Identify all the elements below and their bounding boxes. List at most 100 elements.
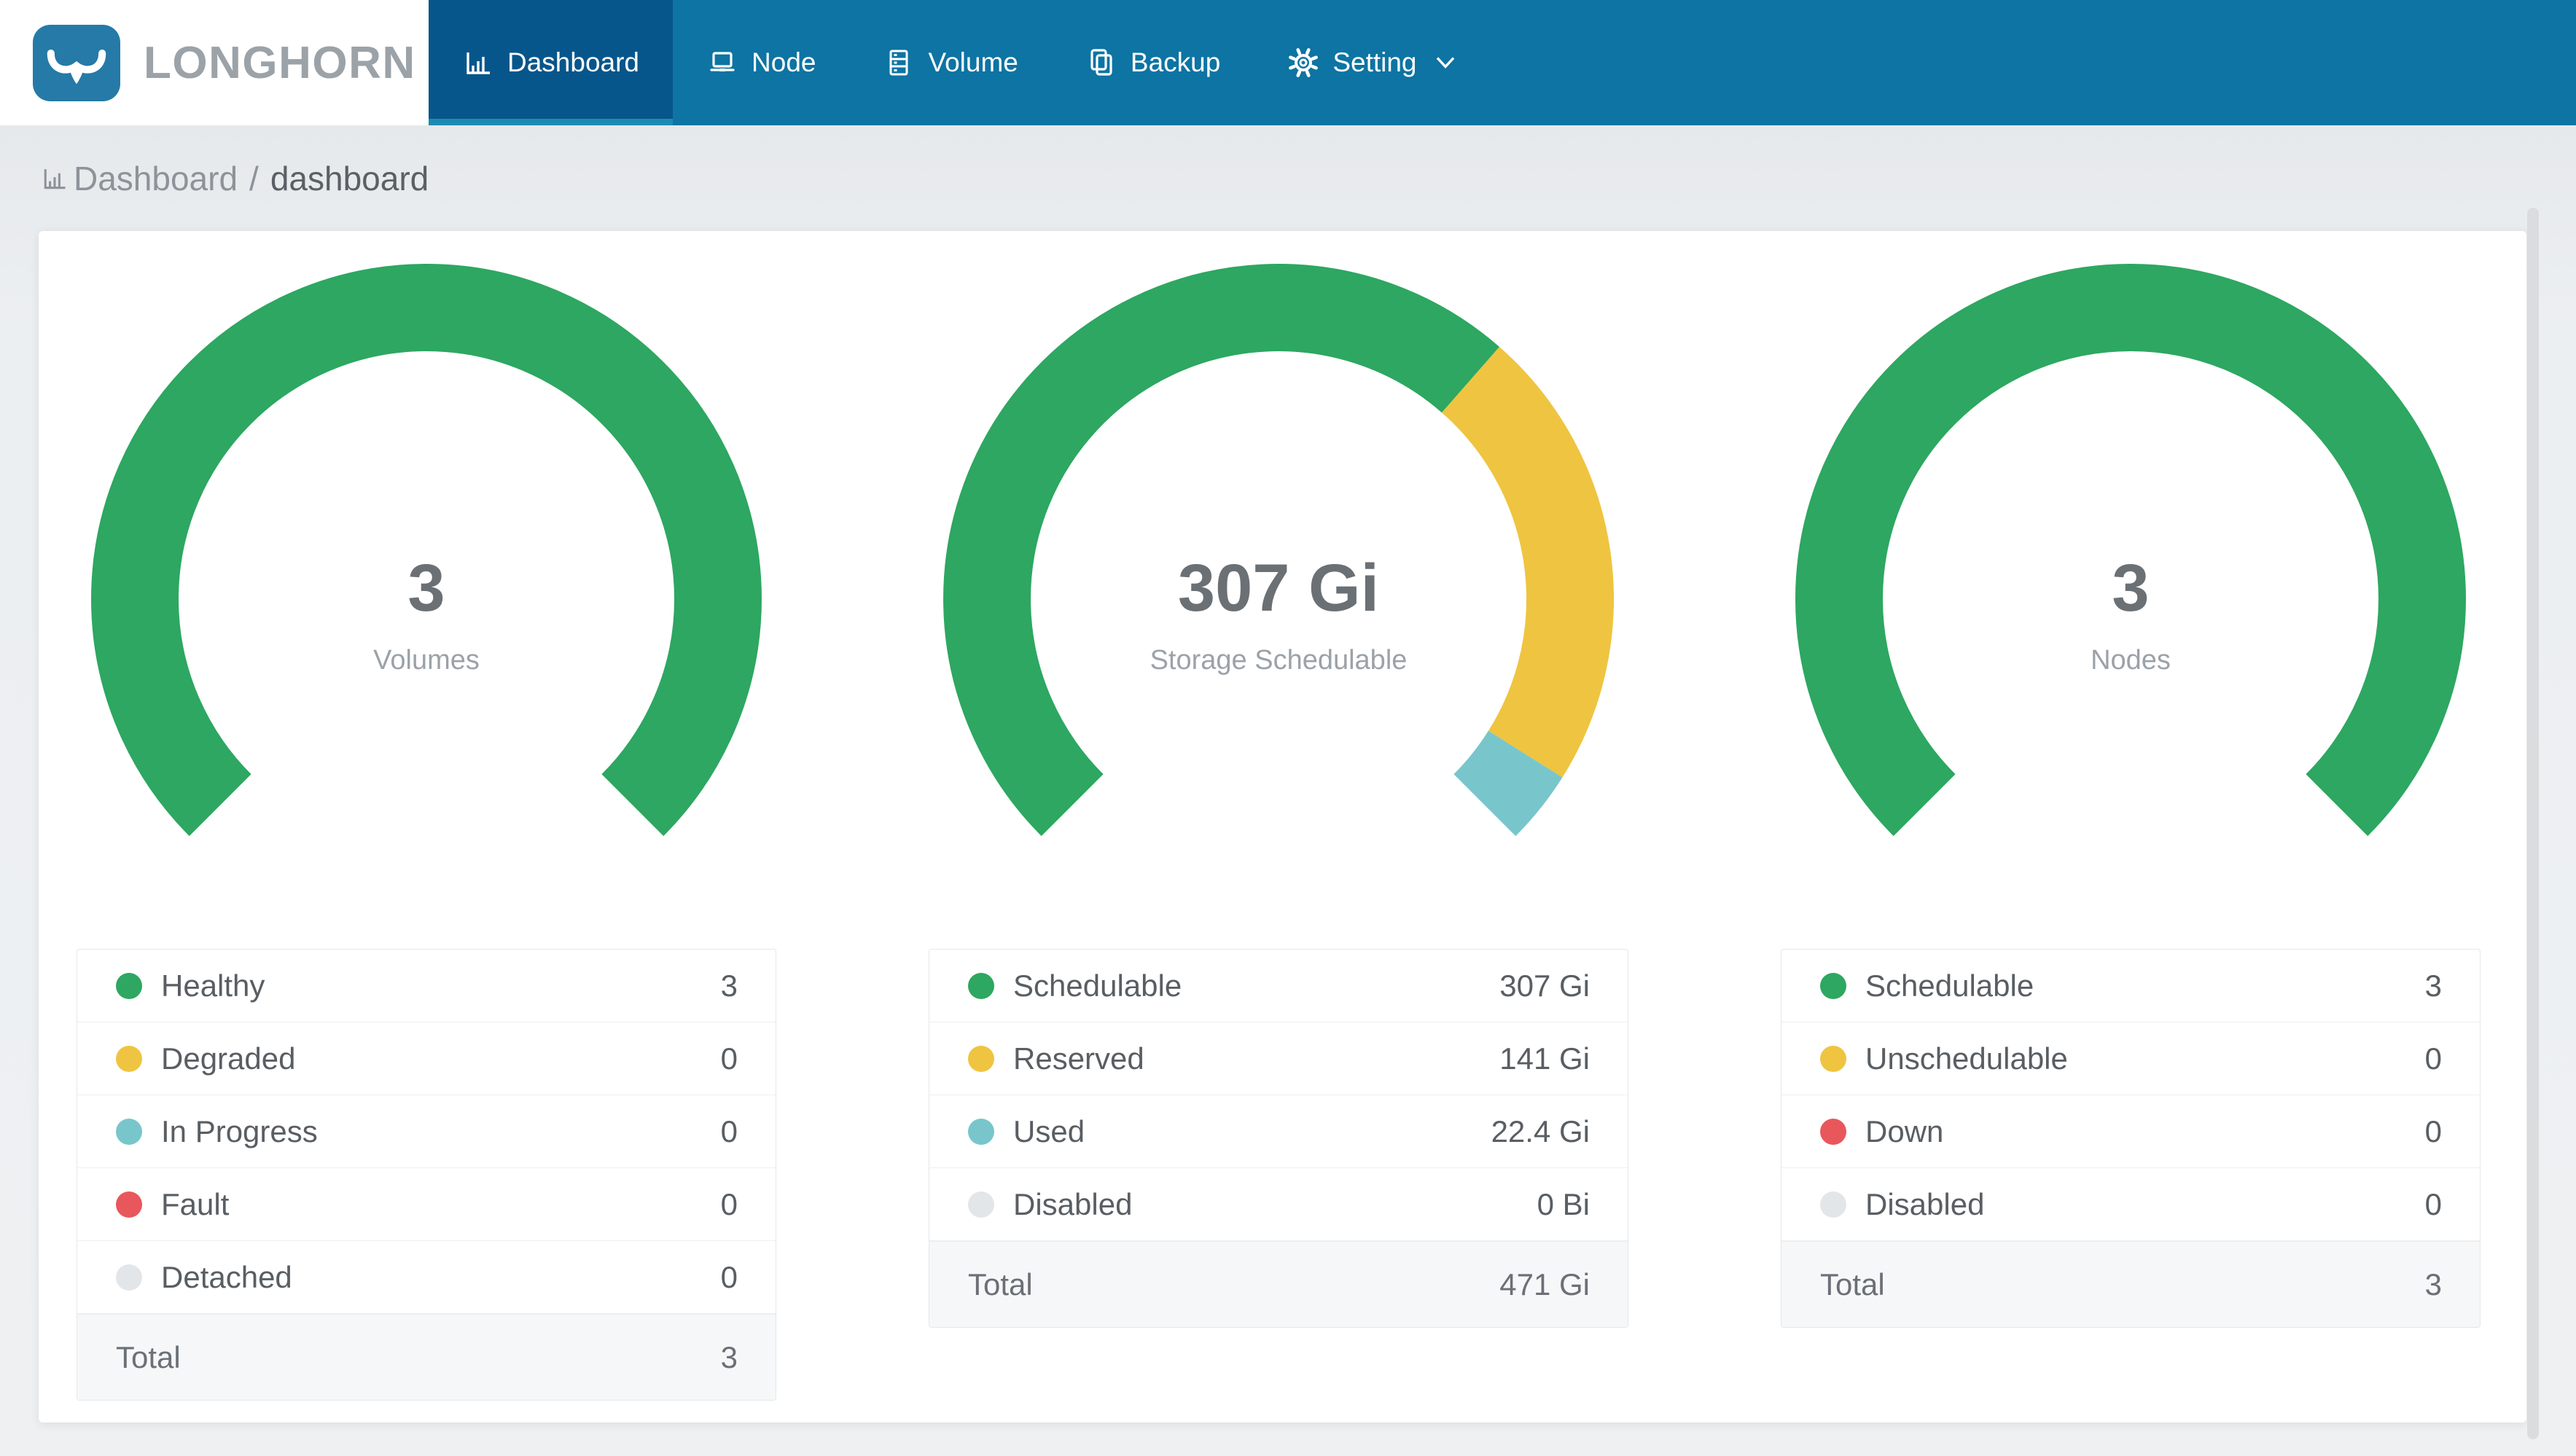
legend-value: 0 bbox=[2424, 1186, 2442, 1221]
server-icon bbox=[883, 47, 915, 79]
total-label: Total bbox=[116, 1339, 181, 1374]
legend-label: In Progress bbox=[161, 1113, 318, 1148]
total-label: Total bbox=[968, 1267, 1033, 1302]
legend-dot-gray bbox=[116, 1264, 142, 1291]
volumes-panel: 3 Volumes Healthy 3 Degraded 0 In Progress 0 Fau… bbox=[77, 264, 776, 1401]
nodes-panel: 3 Nodes Schedulable 3 Unschedulable 0 Down 0 Dis… bbox=[1781, 264, 2481, 1401]
legend-label: Used bbox=[1013, 1113, 1085, 1148]
legend-dot-gray bbox=[1820, 1191, 1846, 1218]
breadcrumb: Dashboard / dashboard bbox=[0, 125, 2576, 231]
volumes-total-row: Total 3 bbox=[77, 1314, 776, 1400]
legend-dot-red bbox=[1820, 1118, 1846, 1145]
volumes-legend-row-fault: Fault 0 bbox=[77, 1168, 776, 1241]
breadcrumb-page: dashboard bbox=[270, 159, 429, 197]
legend-dot-teal bbox=[968, 1118, 994, 1145]
nodes-legend-row-unschedulable: Unschedulable 0 bbox=[1781, 1022, 2480, 1095]
nav-item-label: Backup bbox=[1130, 47, 1221, 77]
laptop-icon bbox=[706, 47, 738, 79]
legend-value: 141 Gi bbox=[1499, 1041, 1590, 1076]
longhorn-bull-icon bbox=[33, 24, 120, 101]
total-value: 3 bbox=[720, 1339, 738, 1374]
legend-label: Unschedulable bbox=[1865, 1041, 2068, 1076]
legend-dot-green bbox=[968, 972, 994, 999]
volumes-legend-row-in-progress: In Progress 0 bbox=[77, 1095, 776, 1168]
storage-legend-table: Schedulable 307 Gi Reserved 141 Gi Used 22.4 … bbox=[929, 949, 1628, 1328]
volumes-legend-row-degraded: Degraded 0 bbox=[77, 1022, 776, 1095]
storage-total-row: Total 471 Gi bbox=[929, 1241, 1628, 1327]
brand-name: LONGHORN bbox=[144, 37, 416, 88]
nav-item-label: Dashboard bbox=[507, 47, 640, 77]
legend-label: Fault bbox=[161, 1186, 230, 1221]
bull-icon bbox=[47, 50, 106, 85]
legend-value: 0 bbox=[2424, 1041, 2442, 1076]
nav-item-label: Volume bbox=[928, 47, 1018, 77]
nodes-gauge: 3 Nodes bbox=[1795, 264, 2466, 934]
legend-dot-gray bbox=[968, 1191, 994, 1218]
nodes-legend-row-disabled: Disabled 0 bbox=[1781, 1168, 2480, 1241]
legend-dot-yellow bbox=[116, 1045, 142, 1072]
legend-value: 0 bbox=[720, 1041, 738, 1076]
top-navbar: LONGHORN Dashboard Node Volume Backup Settin… bbox=[0, 0, 2576, 125]
storage-legend-row-schedulable: Schedulable 307 Gi bbox=[929, 950, 1628, 1022]
nav-menu: Dashboard Node Volume Backup Setting bbox=[429, 0, 1491, 125]
chevron-down-icon bbox=[1430, 54, 1458, 71]
volumes-gauge: 3 Volumes bbox=[91, 264, 762, 934]
dashboard-card: 3 Volumes Healthy 3 Degraded 0 In Progress 0 Fau… bbox=[39, 231, 2526, 1422]
legend-dot-yellow bbox=[1820, 1045, 1846, 1072]
legend-label: Schedulable bbox=[1865, 968, 2034, 1003]
legend-label: Detached bbox=[161, 1259, 292, 1294]
legend-value: 3 bbox=[720, 968, 738, 1003]
copy-icon bbox=[1085, 47, 1117, 79]
storage-legend-row-disabled: Disabled 0 Bi bbox=[929, 1168, 1628, 1241]
legend-dot-red bbox=[116, 1191, 142, 1218]
nav-item-dashboard[interactable]: Dashboard bbox=[429, 0, 674, 125]
legend-value: 0 Bi bbox=[1537, 1186, 1590, 1221]
legend-dot-teal bbox=[116, 1118, 142, 1145]
bar-chart-icon bbox=[40, 164, 74, 193]
nodes-total-row: Total 3 bbox=[1781, 1241, 2480, 1327]
legend-label: Down bbox=[1865, 1113, 1944, 1148]
storage-donut-chart bbox=[943, 264, 1614, 837]
legend-dot-green bbox=[116, 972, 142, 999]
legend-dot-green bbox=[1820, 972, 1846, 999]
storage-panel: 307 Gi Storage Schedulable Schedulable 307 … bbox=[929, 264, 1628, 1401]
volumes-legend-row-healthy: Healthy 3 bbox=[77, 950, 776, 1022]
total-label: Total bbox=[1820, 1267, 1885, 1302]
legend-value: 0 bbox=[720, 1113, 738, 1148]
storage-gauge: 307 Gi Storage Schedulable bbox=[943, 264, 1614, 934]
legend-value: 22.4 Gi bbox=[1491, 1113, 1590, 1148]
nav-item-label: Setting bbox=[1332, 47, 1417, 77]
nav-item-setting[interactable]: Setting bbox=[1254, 0, 1491, 125]
total-value: 3 bbox=[2424, 1267, 2442, 1302]
legend-dot-yellow bbox=[968, 1045, 994, 1072]
breadcrumb-section[interactable]: Dashboard bbox=[74, 159, 238, 198]
legend-value: 0 bbox=[2424, 1113, 2442, 1148]
bar-chart-icon bbox=[462, 47, 494, 79]
storage-legend-row-used: Used 22.4 Gi bbox=[929, 1095, 1628, 1168]
nodes-legend-table: Schedulable 3 Unschedulable 0 Down 0 Disabled 0… bbox=[1781, 949, 2481, 1328]
scrollbar-thumb[interactable] bbox=[2527, 208, 2539, 1439]
legend-value: 3 bbox=[2424, 968, 2442, 1003]
nav-item-label: Node bbox=[752, 47, 816, 77]
storage-legend-row-reserved: Reserved 141 Gi bbox=[929, 1022, 1628, 1095]
legend-label: Disabled bbox=[1865, 1186, 1985, 1221]
legend-value: 0 bbox=[720, 1186, 738, 1221]
legend-label: Schedulable bbox=[1013, 968, 1182, 1003]
charts-row: 3 Volumes Healthy 3 Degraded 0 In Progress 0 Fau… bbox=[77, 264, 2489, 1401]
legend-label: Disabled bbox=[1013, 1186, 1133, 1221]
volumes-legend-row-detached: Detached 0 bbox=[77, 1241, 776, 1314]
volumes-donut-chart bbox=[91, 264, 762, 837]
legend-label: Reserved bbox=[1013, 1041, 1144, 1076]
nav-item-node[interactable]: Node bbox=[673, 0, 849, 125]
nav-item-volume[interactable]: Volume bbox=[849, 0, 1051, 125]
breadcrumb-separator: / bbox=[249, 159, 259, 197]
nodes-legend-row-down: Down 0 bbox=[1781, 1095, 2480, 1168]
nodes-donut-chart bbox=[1795, 264, 2466, 837]
legend-label: Healthy bbox=[161, 968, 265, 1003]
nav-item-backup[interactable]: Backup bbox=[1052, 0, 1254, 125]
legend-label: Degraded bbox=[161, 1041, 296, 1076]
gear-icon bbox=[1287, 47, 1319, 79]
brand-logo[interactable]: LONGHORN bbox=[0, 0, 429, 125]
volumes-legend-table: Healthy 3 Degraded 0 In Progress 0 Fault 0 Detac… bbox=[77, 949, 776, 1401]
nodes-legend-row-schedulable: Schedulable 3 bbox=[1781, 950, 2480, 1022]
